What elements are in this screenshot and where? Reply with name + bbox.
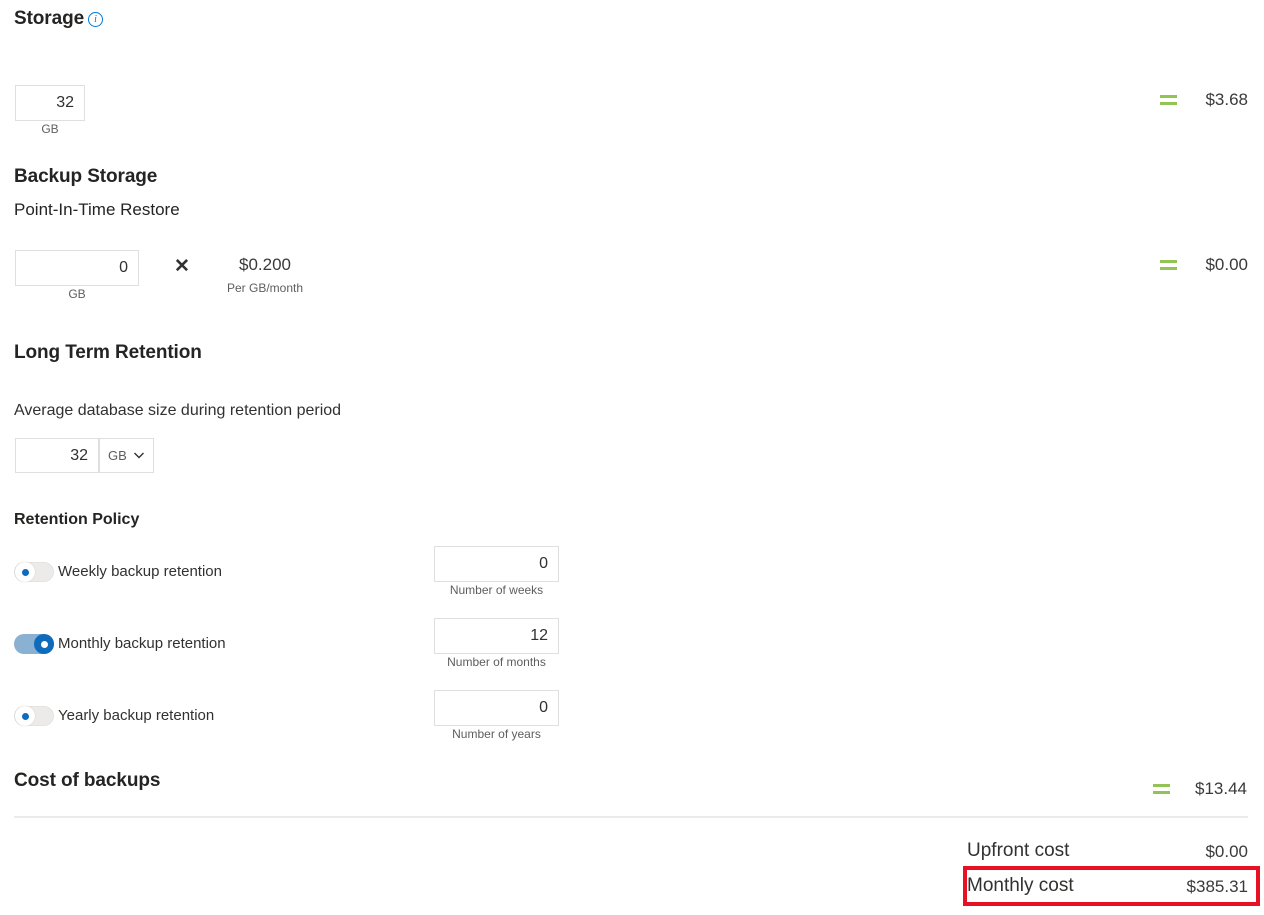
point-in-time-restore-heading: Point-In-Time Restore <box>14 200 180 219</box>
storage-heading: Storage <box>14 8 85 29</box>
cost-of-backups-value: $13.44 <box>1195 779 1247 798</box>
pitr-rate-caption: Per GB/month <box>226 281 304 295</box>
label-weekly-backup-retention: Weekly backup retention <box>58 563 222 580</box>
pitr-rate-value: $0.200 <box>239 255 291 274</box>
label-monthly-backup-retention: Monthly backup retention <box>58 635 226 652</box>
caption-weekly-backup-retention: Number of weeks <box>449 583 544 597</box>
toggle-weekly-backup-retention[interactable] <box>14 562 54 582</box>
avg-db-size-input[interactable] <box>15 438 99 473</box>
avg-db-size-label: Average database size during retention p… <box>14 402 342 419</box>
toggle-monthly-backup-retention[interactable] <box>14 634 54 654</box>
storage-size-unit-caption: GB <box>41 122 59 136</box>
upfront-cost-label: Upfront cost <box>967 840 1070 861</box>
input-yearly-backup-retention[interactable] <box>434 690 559 726</box>
input-monthly-backup-retention[interactable] <box>434 618 559 654</box>
cost-of-backups-label: Cost of backups <box>14 770 161 791</box>
monthly-cost-value: $385.31 <box>1186 877 1248 896</box>
pitr-size-unit-caption: GB <box>68 287 86 301</box>
avg-db-size-unit-select[interactable]: GB <box>99 438 154 473</box>
caption-yearly-backup-retention: Number of years <box>452 727 541 741</box>
pitr-cost-value: $0.00 <box>1205 255 1248 274</box>
storage-size-input[interactable] <box>15 85 85 121</box>
monthly-cost-label: Monthly cost <box>967 875 1074 896</box>
caption-monthly-backup-retention: Number of months <box>447 655 546 669</box>
summary-divider <box>14 816 1248 818</box>
pricing-calculator-panel: Storage i GB $3.68 Backup Storage Point-… <box>0 0 1264 915</box>
upfront-cost-value: $0.00 <box>1205 842 1248 861</box>
pitr-size-input[interactable] <box>15 250 139 286</box>
backup-storage-heading: Backup Storage <box>14 166 158 187</box>
long-term-retention-heading: Long Term Retention <box>14 342 202 363</box>
toggle-yearly-backup-retention[interactable] <box>14 706 54 726</box>
retention-policy-heading: Retention Policy <box>14 511 140 528</box>
storage-cost-value: $3.68 <box>1205 90 1248 109</box>
info-icon[interactable]: i <box>88 12 103 27</box>
input-weekly-backup-retention[interactable] <box>434 546 559 582</box>
label-yearly-backup-retention: Yearly backup retention <box>58 707 215 724</box>
multiply-icon: ✕ <box>174 256 190 277</box>
